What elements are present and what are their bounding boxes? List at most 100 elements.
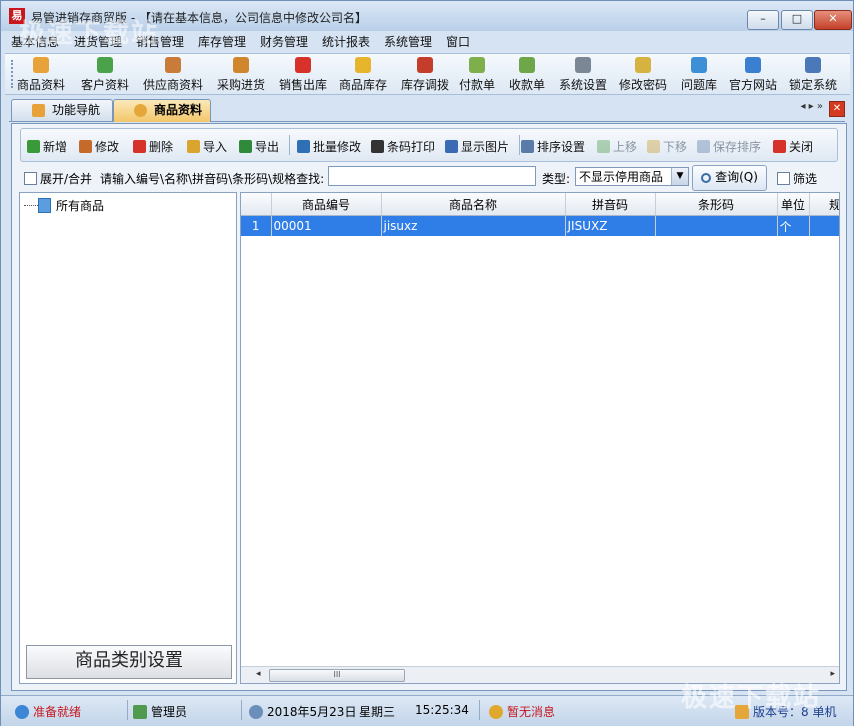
barcode-print-button[interactable]: 条码打印 xyxy=(371,138,435,155)
category-settings-button[interactable]: 商品类别设置 xyxy=(26,645,232,679)
info-icon xyxy=(15,705,29,719)
export-button[interactable]: 导出 xyxy=(239,138,279,155)
scroll-left-icon[interactable]: ◂ xyxy=(256,669,261,679)
table-header-row: 商品编号 商品名称 拼音码 条形码 单位 规 xyxy=(241,193,839,216)
cell-barcode[interactable] xyxy=(655,215,778,236)
column-header-barcode[interactable]: 条形码 xyxy=(655,193,778,216)
cart-icon xyxy=(295,57,311,73)
show-image-button[interactable]: 显示图片 xyxy=(445,138,509,155)
filter-checkbox[interactable] xyxy=(777,172,790,185)
ie-icon xyxy=(745,57,761,73)
tree-item-all-goods[interactable]: 所有商品 xyxy=(24,197,104,214)
export-icon xyxy=(239,140,252,153)
toolbar-button-payment[interactable]: 付款单 xyxy=(459,55,495,93)
close-button[interactable]: ✕ xyxy=(814,10,852,30)
menu-purchase[interactable]: 进货管理 xyxy=(74,33,122,50)
column-header-unit[interactable]: 单位 xyxy=(777,193,810,216)
app-icon: 易 xyxy=(9,8,25,24)
menu-basic-info[interactable]: 基本信息 xyxy=(11,33,59,50)
column-header-spec[interactable]: 规 xyxy=(809,193,839,216)
status-weekday: 星期三 xyxy=(359,705,396,719)
import-label: 导入 xyxy=(203,140,228,154)
type-select[interactable]: 不显示停用商品 ▼ xyxy=(575,167,689,186)
menu-reports[interactable]: 统计报表 xyxy=(322,33,370,50)
toolbar-button-warehouse[interactable]: 商品库存 xyxy=(339,55,387,93)
add-button[interactable]: 新增 xyxy=(27,138,67,155)
menu-finance[interactable]: 财务管理 xyxy=(260,33,308,50)
toolbar-button-label: 付款单 xyxy=(459,78,496,92)
close-label: 关闭 xyxy=(789,140,814,154)
menu-window[interactable]: 窗口 xyxy=(446,33,470,50)
cell-spec[interactable] xyxy=(809,215,839,236)
scroll-thumb[interactable]: III xyxy=(269,669,405,682)
batch-edit-button[interactable]: 批量修改 xyxy=(297,138,361,155)
chevron-down-icon[interactable]: ▼ xyxy=(671,168,688,185)
column-header-code[interactable]: 商品编号 xyxy=(271,193,382,216)
toolbar-button-ie[interactable]: 官方网站 xyxy=(729,55,777,93)
save-sort-label: 保存排序 xyxy=(713,140,762,154)
toolbar-button-customers[interactable]: 客户资料 xyxy=(81,55,129,93)
scroll-right-icon[interactable]: ▸ xyxy=(830,669,835,679)
cell-code[interactable]: 00001 xyxy=(271,215,382,236)
toolbar-button-key[interactable]: 修改密码 xyxy=(619,55,667,93)
toolbar-button-label: 供应商资料 xyxy=(143,78,204,92)
close-button[interactable]: 关闭 xyxy=(773,138,813,155)
toolbar-button-truck[interactable]: 采购进货 xyxy=(217,55,265,93)
app-window: 易 易管进销存商贸版 - 【请在基本信息，公司信息中修改公司名】 – □ ✕ 基… xyxy=(0,0,854,726)
edit-label: 修改 xyxy=(95,140,120,154)
status-message[interactable]: 暂无消息 xyxy=(489,703,555,720)
toolbar-button-lock[interactable]: 锁定系统 xyxy=(789,55,837,93)
query-button[interactable]: 查询(Q) xyxy=(692,165,767,191)
menu-sales[interactable]: 销售管理 xyxy=(136,33,184,50)
menu-system[interactable]: 系统管理 xyxy=(384,33,432,50)
menu-inventory[interactable]: 库存管理 xyxy=(198,33,246,50)
column-header-pinyin[interactable]: 拼音码 xyxy=(565,193,656,216)
expand-checkbox[interactable] xyxy=(24,172,37,185)
toolbar-button-settings[interactable]: 系统设置 xyxy=(559,55,607,93)
status-date-text: 2018年5月23日 xyxy=(267,705,357,719)
tab-close-icon[interactable]: ✕ xyxy=(829,101,845,117)
cell-name[interactable]: jisuxz xyxy=(381,215,566,236)
help-icon xyxy=(691,57,707,73)
user-icon xyxy=(133,705,147,719)
toolbar-button-goods[interactable]: 商品资料 xyxy=(17,55,65,93)
delete-button[interactable]: 删除 xyxy=(133,138,173,155)
toolbar-button-suppliers[interactable]: 供应商资料 xyxy=(143,55,203,93)
sort-settings-button[interactable]: 排序设置 xyxy=(521,138,585,155)
import-button[interactable]: 导入 xyxy=(187,138,227,155)
minimize-button[interactable]: – xyxy=(747,10,779,30)
toolbar-button-label: 采购进货 xyxy=(217,78,266,92)
toolbar-button-help[interactable]: 问题库 xyxy=(681,55,717,93)
tab-goods-info[interactable]: 商品资料 xyxy=(113,99,211,122)
tab-scroll-controls[interactable]: ◂ ▸ » xyxy=(800,101,823,112)
toolbar-button-label: 商品库存 xyxy=(339,78,388,92)
toolbar-button-transfer[interactable]: 库存调拨 xyxy=(401,55,449,93)
table-row[interactable]: 1 00001 jisuxz JISUXZ 个 xyxy=(241,215,839,236)
maximize-button[interactable]: □ xyxy=(781,10,813,30)
toolbar-button-cart[interactable]: 销售出库 xyxy=(279,55,327,93)
toolbar-button-receipt[interactable]: 收款单 xyxy=(509,55,545,93)
goods-toolbar: 新增 修改 删除 导入 导出 批量修改 条码打印 显示图片 排序设置 上移 下移 保存排序 关闭 xyxy=(20,128,838,162)
menu-bar: 基本信息 进货管理 销售管理 库存管理 财务管理 统计报表 系统管理 窗口 xyxy=(1,31,853,51)
transfer-icon xyxy=(417,57,433,73)
sort-settings-label: 排序设置 xyxy=(537,140,586,154)
move-down-label: 下移 xyxy=(663,140,688,154)
horizontal-scrollbar[interactable]: ◂ III ▸ xyxy=(241,666,839,683)
tab-function-nav[interactable]: 功能导航 xyxy=(11,99,113,121)
search-input[interactable] xyxy=(328,166,536,186)
cell-pinyin[interactable]: JISUXZ xyxy=(565,215,656,236)
toolbar-separator xyxy=(519,135,520,155)
status-message-text: 暂无消息 xyxy=(507,705,556,719)
filter-label: 筛选 xyxy=(793,172,818,186)
cell-unit[interactable]: 个 xyxy=(777,215,810,236)
status-user: 管理员 xyxy=(133,703,187,720)
toolbar-button-label: 修改密码 xyxy=(619,78,668,92)
column-header-name[interactable]: 商品名称 xyxy=(381,193,566,216)
tree-item-label: 所有商品 xyxy=(56,199,105,213)
goods-panel: 新增 修改 删除 导入 导出 批量修改 条码打印 显示图片 排序设置 上移 下移 保存排序 关闭 展开/… xyxy=(11,123,847,691)
edit-button[interactable]: 修改 xyxy=(79,138,119,155)
column-header[interactable] xyxy=(241,193,272,216)
search-prompt: 请输入编号\名称\拼音码\条形码\规格查找: xyxy=(100,172,325,186)
goods-icon xyxy=(134,104,147,117)
toolbar-grip[interactable] xyxy=(11,60,16,88)
